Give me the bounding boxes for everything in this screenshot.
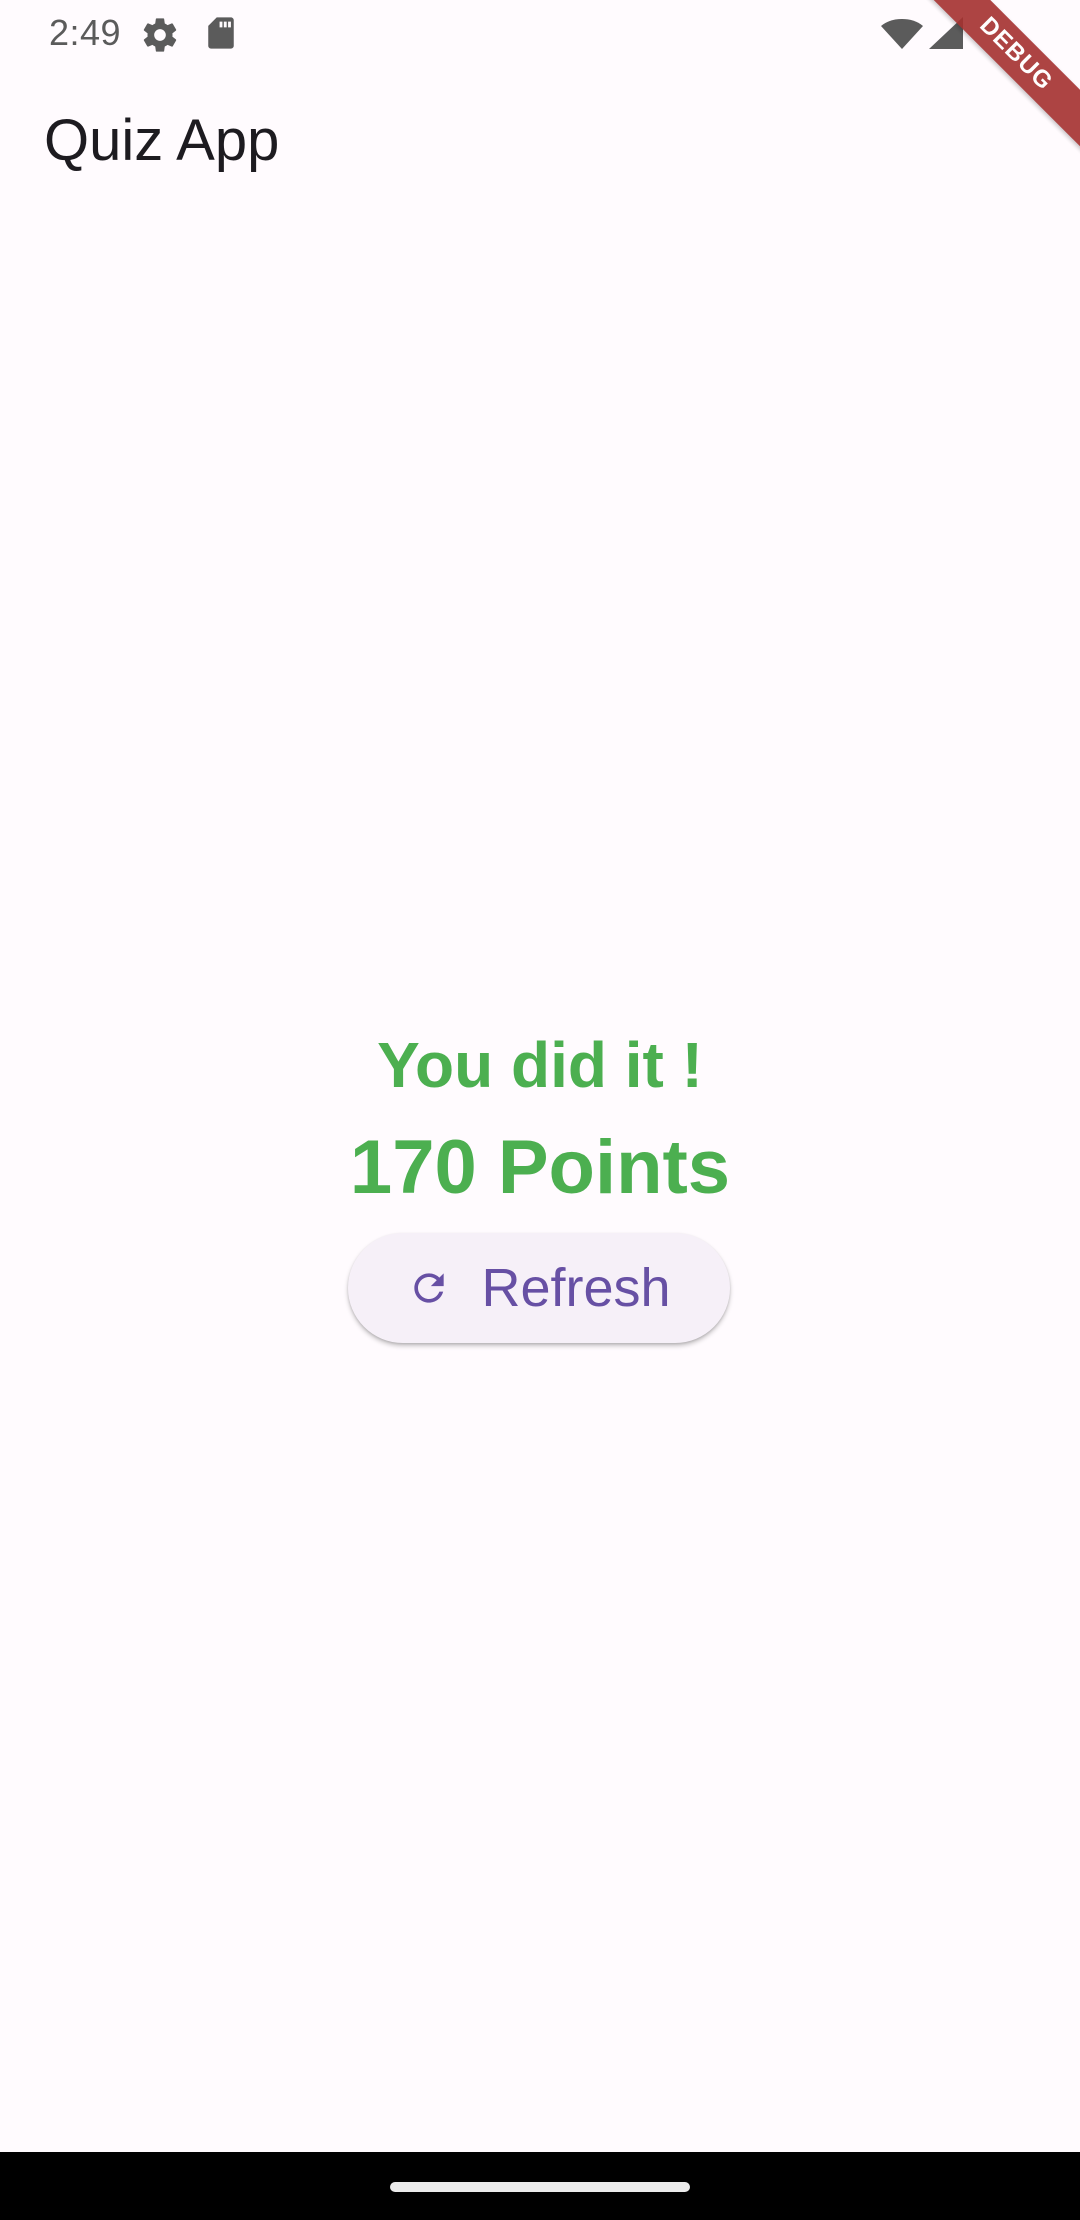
app-bar: Quiz App [0,66,1080,220]
sd-card-icon [208,17,234,49]
gear-icon [143,18,177,52]
status-bar: 2:49 [0,0,1080,66]
result-message: You did it ! [377,1029,703,1101]
navigation-bar [0,2152,1080,2220]
page-title: Quiz App [44,108,280,173]
refresh-label: Refresh [481,1258,671,1318]
refresh-button[interactable]: Refresh [348,1233,730,1343]
refresh-icon [414,1273,445,1303]
wifi-icon [881,19,923,49]
home-handle[interactable] [390,2182,690,2192]
result-points: 170 Points [349,1125,731,1210]
result-section: You did it ! 170 Points [0,1010,1080,1216]
status-time: 2:49 [49,12,122,53]
